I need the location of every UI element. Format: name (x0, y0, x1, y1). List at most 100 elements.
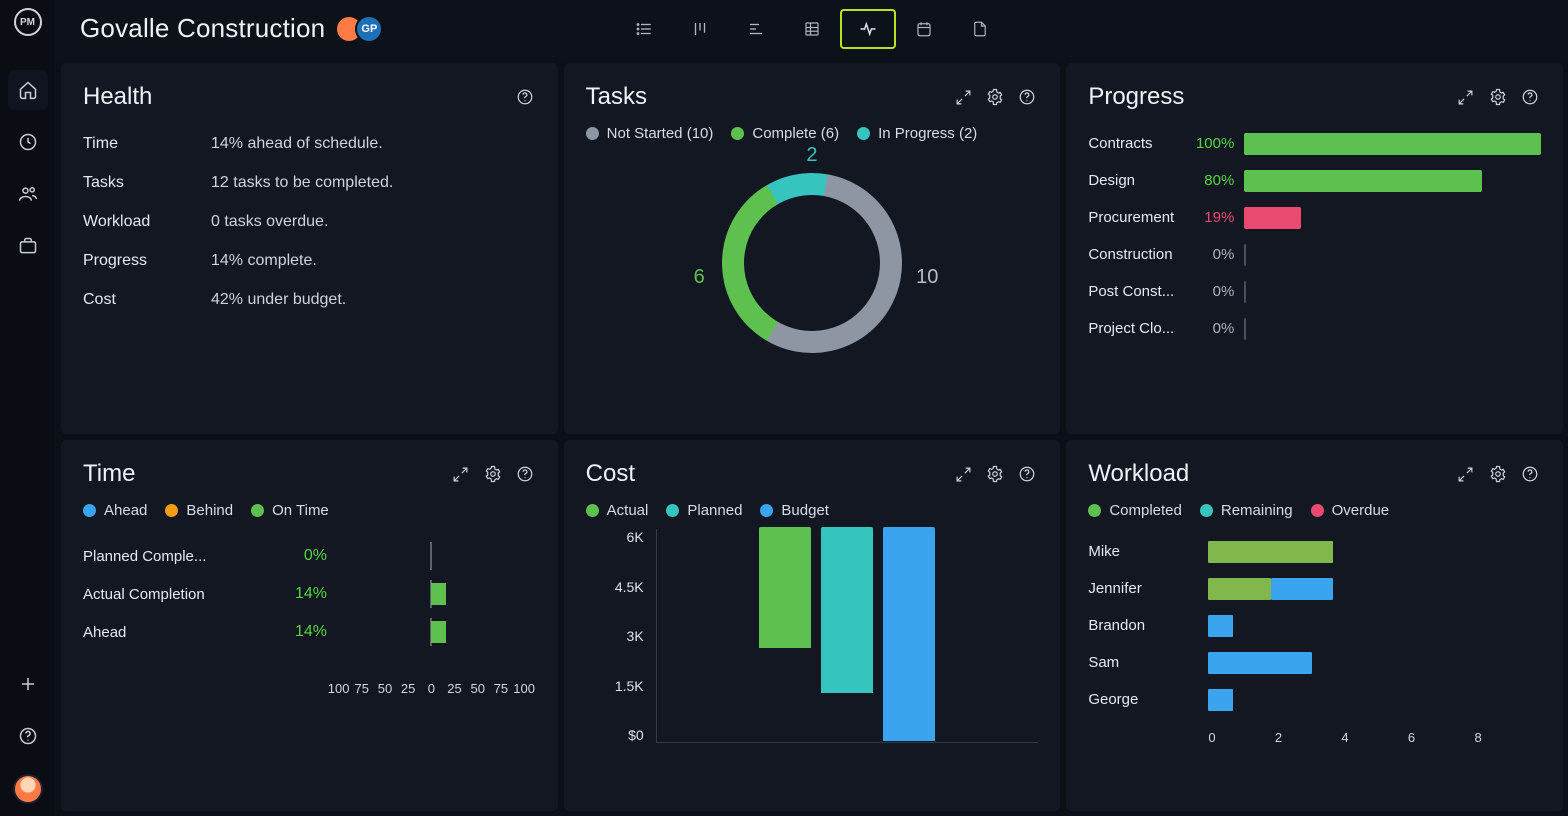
user-avatar[interactable] (13, 774, 43, 804)
legend-dot-icon (1088, 504, 1101, 517)
help-icon[interactable] (1519, 86, 1541, 108)
legend-label: Planned (687, 502, 742, 519)
progress-label: Contracts (1088, 135, 1180, 152)
expand-icon[interactable] (1455, 463, 1477, 485)
cost-bar (821, 527, 873, 693)
progress-percent: 80% (1190, 172, 1234, 189)
legend-item: Completed (1088, 502, 1182, 519)
legend-item: Overdue (1311, 502, 1390, 519)
legend-item: Behind (165, 502, 233, 519)
expand-icon[interactable] (952, 86, 974, 108)
expand-icon[interactable] (1455, 86, 1477, 108)
project-members[interactable]: GP (343, 15, 383, 43)
panel-title: Time (83, 460, 135, 488)
nav-help-icon[interactable] (8, 716, 48, 756)
progress-percent: 0% (1190, 283, 1234, 300)
help-icon[interactable] (1016, 463, 1038, 485)
view-tab-activity[interactable] (840, 9, 896, 49)
axis-tick: 4 (1341, 730, 1408, 745)
app-logo[interactable]: PM (14, 8, 42, 36)
health-key: Cost (83, 291, 211, 309)
panel-cost: Cost ActualPlannedBudget 6K4.5K3K1.5K$0 (563, 439, 1062, 812)
legend-dot-icon (165, 504, 178, 517)
axis-tick: 100 (513, 681, 536, 696)
workload-row: George (1088, 681, 1541, 718)
view-tab-gantt[interactable] (728, 9, 784, 49)
progress-label: Project Clo... (1088, 320, 1180, 337)
view-tab-file[interactable] (952, 9, 1008, 49)
time-label: Ahead (83, 624, 271, 641)
time-bar (327, 621, 536, 643)
legend-label: On Time (272, 502, 329, 519)
tasks-value-inprogress: 2 (806, 144, 817, 167)
gear-icon[interactable] (984, 463, 1006, 485)
legend-label: Overdue (1332, 502, 1390, 519)
help-icon[interactable] (1016, 86, 1038, 108)
workload-bar (1208, 615, 1541, 637)
panel-title: Progress (1088, 83, 1184, 111)
time-label: Planned Comple... (83, 548, 271, 565)
health-value: 14% ahead of schedule. (211, 135, 383, 153)
expand-icon[interactable] (952, 463, 974, 485)
nav-recent-icon[interactable] (8, 122, 48, 162)
legend-label: Remaining (1221, 502, 1293, 519)
legend-label: Not Started (10) (607, 125, 714, 142)
panel-title: Tasks (586, 83, 647, 111)
health-key: Tasks (83, 174, 211, 192)
axis-tick: 6K (627, 529, 644, 545)
legend-label: Budget (781, 502, 829, 519)
health-value: 12 tasks to be completed. (211, 174, 393, 192)
progress-row: Design80% (1088, 162, 1541, 199)
progress-bar (1244, 170, 1541, 192)
progress-bar (1244, 133, 1541, 155)
axis-tick: 25 (397, 681, 420, 696)
panel-title: Workload (1088, 460, 1189, 488)
axis-tick: $0 (628, 727, 644, 743)
legend-item: Planned (666, 502, 742, 519)
nav-home-icon[interactable] (8, 70, 48, 110)
legend-item: Actual (586, 502, 649, 519)
axis-tick: 6 (1408, 730, 1475, 745)
member-avatar[interactable]: GP (355, 15, 383, 43)
view-tab-board[interactable] (672, 9, 728, 49)
health-row: Tasks12 tasks to be completed. (83, 164, 536, 203)
progress-percent: 19% (1190, 209, 1234, 226)
expand-icon[interactable] (450, 463, 472, 485)
time-bar (327, 545, 536, 567)
legend-dot-icon (586, 127, 599, 140)
progress-label: Post Const... (1088, 283, 1180, 300)
nav-portfolio-icon[interactable] (8, 226, 48, 266)
gear-icon[interactable] (1487, 86, 1509, 108)
view-tab-calendar[interactable] (896, 9, 952, 49)
help-icon[interactable] (514, 86, 536, 108)
progress-bar (1244, 244, 1541, 266)
health-value: 0 tasks overdue. (211, 213, 328, 231)
nav-team-icon[interactable] (8, 174, 48, 214)
workload-label: Sam (1088, 654, 1208, 671)
view-tab-list[interactable] (616, 9, 672, 49)
cost-bar (883, 527, 935, 741)
progress-row: Project Clo...0% (1088, 310, 1541, 347)
workload-bar (1208, 652, 1541, 674)
gear-icon[interactable] (984, 86, 1006, 108)
progress-row: Contracts100% (1088, 125, 1541, 162)
gear-icon[interactable] (482, 463, 504, 485)
help-icon[interactable] (514, 463, 536, 485)
legend-dot-icon (731, 127, 744, 140)
progress-bar (1244, 318, 1541, 340)
axis-tick: 0 (1208, 730, 1275, 745)
axis-tick: 75 (489, 681, 512, 696)
progress-label: Construction (1088, 246, 1180, 263)
view-tab-sheet[interactable] (784, 9, 840, 49)
health-row: Cost42% under budget. (83, 281, 536, 320)
health-key: Workload (83, 213, 211, 231)
panel-time: Time Ahead Behind On Time Planned Comple..… (60, 439, 559, 812)
help-icon[interactable] (1519, 463, 1541, 485)
workload-row: Sam (1088, 644, 1541, 681)
nav-add-icon[interactable] (8, 664, 48, 704)
health-key: Time (83, 135, 211, 153)
legend-item: Budget (760, 502, 829, 519)
legend-label: Completed (1109, 502, 1182, 519)
gear-icon[interactable] (1487, 463, 1509, 485)
legend-dot-icon (251, 504, 264, 517)
